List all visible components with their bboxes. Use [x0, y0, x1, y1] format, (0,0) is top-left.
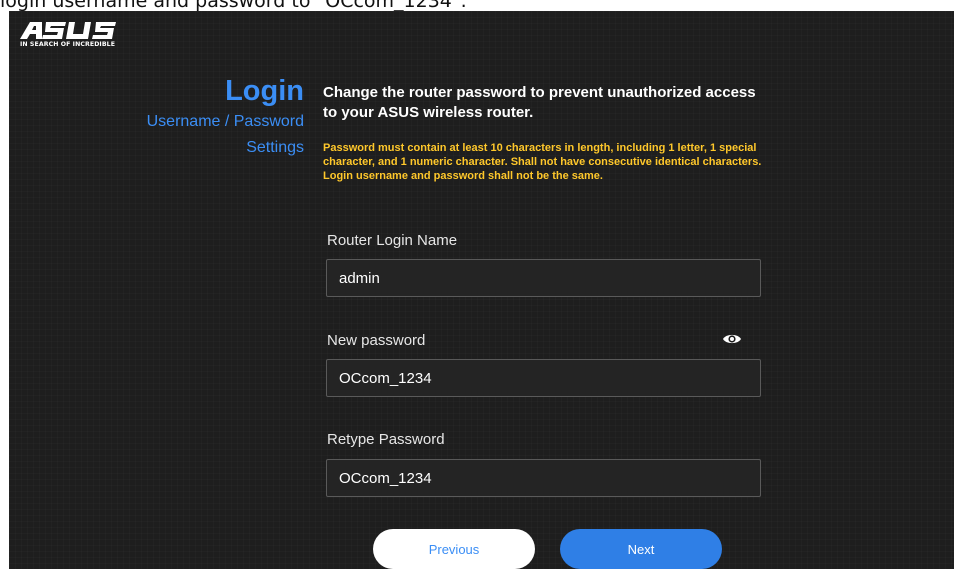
next-button[interactable]: Next [560, 529, 722, 569]
retype-password-input[interactable] [326, 459, 761, 497]
eye-icon[interactable] [722, 331, 742, 347]
instruction-caption: login username and password to "OCcom_12… [0, 0, 467, 11]
step-item-settings: Settings [246, 139, 304, 156]
asus-logo-mark [20, 22, 116, 39]
page-heading: Change the router password to prevent un… [323, 84, 756, 121]
retype-password-label: Retype Password [327, 431, 445, 448]
step-title: Login [225, 75, 304, 107]
new-password-label: New password [327, 332, 426, 349]
step-item-username-password: Username / Password [146, 113, 304, 130]
previous-button[interactable]: Previous [373, 529, 535, 569]
asus-logo: IN SEARCH OF INCREDIBLE [20, 22, 130, 48]
logo-tagline: IN SEARCH OF INCREDIBLE [20, 41, 116, 48]
login-name-label: Router Login Name [327, 232, 458, 249]
setup-step-nav: Login Username / Password Settings [147, 73, 304, 161]
router-setup-screen: IN SEARCH OF INCREDIBLE Login Username /… [9, 11, 954, 569]
login-name-input[interactable] [326, 259, 761, 297]
password-requirements-note: Password must contain at least 10 charac… [323, 142, 762, 182]
new-password-input[interactable] [326, 359, 761, 397]
